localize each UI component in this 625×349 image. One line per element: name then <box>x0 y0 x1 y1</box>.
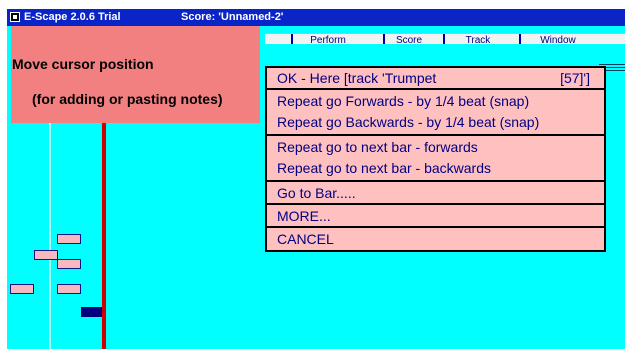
escape-app-window: E-Scape 2.0.6 Trial Score: 'Unnamed-2' P… <box>0 0 625 349</box>
menu-separator <box>267 88 604 90</box>
note[interactable] <box>57 259 81 269</box>
note[interactable] <box>10 284 34 294</box>
menu-separator <box>267 180 604 182</box>
menu-separator <box>267 203 604 205</box>
menu-track[interactable]: Track <box>443 34 511 44</box>
menu-item-repeat-forwards[interactable]: Repeat go Forwards - by 1/4 beat (snap) <box>277 93 529 109</box>
app-icon[interactable] <box>10 12 20 22</box>
title-bar[interactable]: E-Scape 2.0.6 Trial Score: 'Unnamed-2' <box>7 9 625 26</box>
cursor-position-popup-menu: OK - Here [track 'Trumpet [57]'] Repeat … <box>265 66 606 252</box>
menu-item-cancel[interactable]: CANCEL <box>277 231 334 247</box>
menu-item-go-to-bar[interactable]: Go to Bar..... <box>277 185 356 201</box>
selected-note[interactable] <box>81 307 103 317</box>
help-tooltip: Move cursor position (for adding or past… <box>11 26 260 123</box>
playback-cursor[interactable] <box>102 96 106 349</box>
menu-separator <box>267 134 604 136</box>
note[interactable] <box>34 250 58 260</box>
beat-grid-line <box>49 123 51 349</box>
menu-item-next-bar-backwards[interactable]: Repeat go to next bar - backwards <box>277 160 491 176</box>
menu-bar: Perform Score Track Window <box>265 33 625 44</box>
tooltip-line-1: Move cursor position <box>12 56 154 72</box>
menu-item-more[interactable]: MORE... <box>277 208 331 224</box>
score-workspace[interactable]: Perform Score Track Window Move cursor p… <box>7 26 625 349</box>
score-title: Score: 'Unnamed-2' <box>181 11 284 23</box>
note[interactable] <box>57 234 81 244</box>
tooltip-line-2: (for adding or pasting notes) <box>32 91 223 107</box>
app-title: E-Scape 2.0.6 Trial <box>24 11 121 23</box>
track-line <box>599 64 625 65</box>
menu-perform[interactable]: Perform <box>291 34 363 44</box>
menu-score[interactable]: Score <box>383 34 433 44</box>
menu-item-ok-here[interactable]: OK - Here [track 'Trumpet <box>277 70 436 86</box>
menu-item-repeat-backwards[interactable]: Repeat go Backwards - by 1/4 beat (snap) <box>277 114 539 130</box>
ok-track-number: [57]'] <box>560 70 590 86</box>
menu-window[interactable]: Window <box>519 34 595 44</box>
menu-separator <box>267 226 604 228</box>
note[interactable] <box>57 284 81 294</box>
menu-item-next-bar-forwards[interactable]: Repeat go to next bar - forwards <box>277 139 478 155</box>
